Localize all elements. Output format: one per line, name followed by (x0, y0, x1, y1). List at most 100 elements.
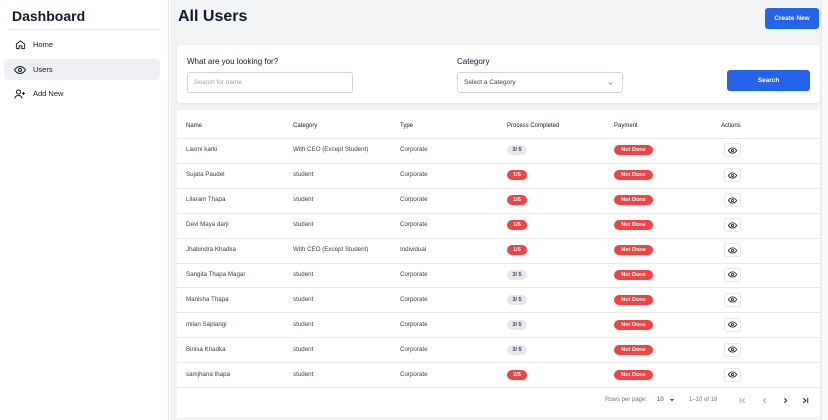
cell-name: Laxmi karki (186, 146, 218, 154)
process-badge: 1/5 (507, 170, 527, 181)
view-user-button[interactable] (724, 342, 741, 357)
cell-type: Corporate (400, 270, 428, 278)
eye-icon (728, 171, 737, 180)
process-badge: 3/ 5 (507, 294, 527, 305)
chevron-down-icon (607, 80, 614, 89)
row-divider (177, 162, 820, 164)
cell-type: Corporate (400, 345, 428, 353)
search-input[interactable] (187, 72, 353, 93)
cell-category: student (293, 221, 314, 229)
pagination-range: 1–10 of 18 (689, 397, 718, 403)
column-header-actions: Actions (721, 123, 741, 129)
view-user-button[interactable] (724, 168, 741, 183)
process-badge: 3/ 5 (507, 344, 527, 355)
category-select[interactable]: Select a Category (457, 72, 623, 93)
process-badge: 3/ 5 (507, 269, 527, 280)
view-user-button[interactable] (724, 143, 741, 158)
add-user-icon (14, 88, 26, 100)
process-badge: 3/ 5 (507, 145, 527, 156)
caret-down-icon[interactable] (667, 395, 677, 405)
previous-page-icon[interactable] (759, 395, 769, 405)
payment-status-badge: Not Done (614, 319, 653, 330)
eye-icon (728, 221, 737, 230)
view-user-button[interactable] (724, 292, 741, 307)
payment-status-badge: Not Done (614, 145, 653, 156)
row-divider (177, 262, 820, 264)
sidebar-item-add-new[interactable]: Add New (4, 83, 160, 104)
column-header-name: Name (186, 123, 203, 129)
cell-type: Corporate (400, 295, 428, 303)
cell-type: Corporate (400, 370, 428, 378)
sidebar-item-label: Home (33, 40, 54, 49)
row-divider (177, 212, 820, 214)
app-title: Dashboard (12, 8, 86, 24)
view-user-button[interactable] (724, 218, 741, 233)
payment-status-badge: Not Done (614, 170, 653, 181)
cell-category: student (293, 370, 314, 378)
process-badge: 3/ 5 (507, 319, 527, 330)
rows-per-page-label: Rows per page: (605, 397, 648, 403)
cell-name: samjhana thapa (186, 370, 231, 378)
next-page-icon[interactable] (780, 395, 790, 405)
payment-status-badge: Not Done (614, 195, 653, 206)
payment-status-badge: Not Done (614, 220, 653, 231)
rows-per-page-select[interactable]: 10 (657, 397, 664, 403)
payment-status-badge: Not Done (614, 344, 653, 355)
sidebar-item-users[interactable]: Users (4, 59, 160, 80)
page-title: All Users (178, 8, 248, 25)
last-page-icon[interactable] (800, 395, 810, 405)
process-badge: 1/5 (507, 220, 527, 231)
sidebar-item-label: Add New (33, 89, 64, 98)
payment-status-badge: Not Done (614, 369, 653, 380)
eye-icon (728, 370, 737, 379)
view-user-button[interactable] (724, 367, 741, 382)
column-header-payment: Payment (614, 123, 638, 129)
cell-category: student (293, 295, 314, 303)
process-badge: 2/5 (507, 369, 527, 380)
view-user-button[interactable] (724, 193, 741, 208)
cell-type: Corporate (400, 221, 428, 229)
category-label: Category (457, 57, 490, 66)
cell-type: Corporate (400, 196, 428, 204)
category-select-value: Select a Category (464, 79, 516, 86)
create-new-button[interactable]: Create New (765, 8, 819, 29)
payment-status-badge: Not Done (614, 269, 653, 280)
home-icon (14, 39, 26, 51)
payment-status-badge: Not Done (614, 245, 653, 256)
cell-name: Sangita Thapa Magar (186, 270, 246, 278)
scrollbar[interactable] (821, 0, 828, 420)
cell-type: Individual (400, 246, 427, 254)
view-user-button[interactable] (724, 243, 741, 258)
first-page-icon[interactable] (737, 395, 747, 405)
view-user-button[interactable] (724, 317, 741, 332)
process-badge: 1/5 (507, 195, 527, 206)
eye-icon (14, 64, 26, 76)
cell-category: student (293, 196, 314, 204)
process-badge: 1/5 (507, 245, 527, 256)
cell-category: With CEO (Except Student) (293, 246, 369, 254)
cell-category: student (293, 171, 314, 179)
view-user-button[interactable] (724, 267, 741, 282)
row-divider (177, 337, 820, 339)
search-label: What are you looking for? (187, 57, 279, 66)
sidebar-divider (8, 29, 160, 30)
eye-icon (728, 196, 737, 205)
row-divider (177, 362, 820, 364)
row-divider (177, 237, 820, 239)
sidebar-item-home[interactable]: Home (4, 34, 160, 55)
eye-icon (728, 320, 737, 329)
cell-name: Lilaram Thapa (186, 196, 226, 204)
cell-name: Sujata Paudel (186, 171, 225, 179)
search-button[interactable]: Search (727, 70, 810, 91)
eye-icon (728, 246, 737, 255)
cell-name: Jhabindra Khadka (186, 246, 236, 254)
row-divider (177, 187, 820, 189)
cell-type: Corporate (400, 320, 428, 328)
cell-category: student (293, 345, 314, 353)
eye-icon (728, 295, 737, 304)
row-divider (177, 138, 820, 139)
column-header-category: Category (293, 123, 318, 129)
cell-category: student (293, 270, 314, 278)
cell-type: Corporate (400, 171, 428, 179)
eye-icon (728, 270, 737, 279)
